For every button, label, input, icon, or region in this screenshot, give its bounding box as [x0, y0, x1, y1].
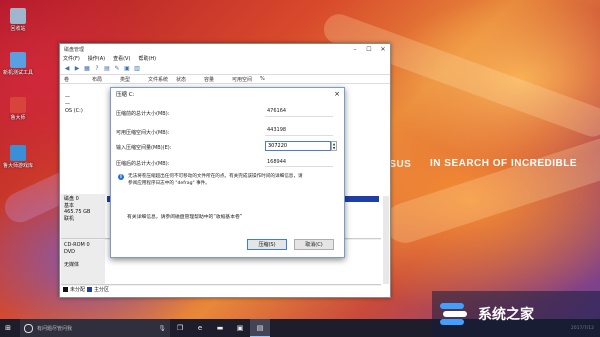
help-icon[interactable]: ? — [93, 65, 101, 72]
view-icon[interactable]: ▥ — [133, 65, 141, 72]
window-titlebar[interactable]: 磁盘管理 – ☐ ✕ — [60, 44, 390, 54]
back-icon[interactable]: ◀ — [63, 65, 71, 72]
desktop-icon-test-tools[interactable]: 新机测试工具 — [0, 52, 36, 76]
watermark-text: 系统之家 — [478, 307, 534, 323]
info-note: i 无法将卷压缩超出任何不可移动的文件所在的点。有关完成该操作时间的详细信息，请… — [118, 173, 338, 187]
taskbar-search[interactable]: 有问题尽管问我 🎙 — [20, 319, 170, 337]
column-status[interactable]: 状态 — [176, 76, 204, 83]
dialog-title: 压缩 C: — [116, 91, 135, 98]
field-label-total-before: 压缩前的总计大小(MB): — [116, 111, 170, 117]
close-icon[interactable]: ✕ — [376, 46, 390, 53]
legend-label: 未分配 — [70, 287, 86, 293]
column-type[interactable]: 类型 — [120, 76, 148, 83]
column-percent[interactable]: % — [260, 76, 288, 82]
column-capacity[interactable]: 容量 — [204, 76, 232, 83]
list-icon[interactable]: ▦ — [83, 65, 91, 72]
column-volume[interactable]: 卷 — [64, 76, 92, 83]
close-icon[interactable]: × — [330, 90, 344, 98]
desktop-icon-ludashi[interactable]: 鲁大师 — [0, 97, 36, 121]
legend-swatch-primary — [87, 287, 93, 292]
column-free-space[interactable]: 可用空间 — [232, 76, 260, 83]
watermark: 系统之家 — [432, 291, 600, 337]
properties-icon[interactable]: ▤ — [103, 65, 111, 72]
divider — [265, 116, 333, 117]
window-controls: – ☐ ✕ — [348, 46, 390, 53]
divider — [265, 166, 333, 167]
watermark-logo-icon — [440, 301, 470, 327]
wallpaper-stripe — [380, 129, 600, 249]
compress-dialog: 压缩 C: × 压缩前的总计大小(MB): 476164 可用压缩空间大小(MB… — [110, 87, 345, 258]
desktop-icon-recycle-bin[interactable]: 回收站 — [0, 8, 36, 32]
field-value-total-after: 168944 — [267, 159, 287, 165]
dialog-titlebar[interactable]: 压缩 C: × — [111, 88, 344, 99]
shrink-amount-stepper[interactable]: ▲ ▼ — [331, 141, 337, 151]
volume-list-header: 卷 布局 类型 文件系统 状态 容量 可用空间 % — [60, 75, 390, 84]
windows-start-icon[interactable]: ⊞ — [0, 319, 16, 337]
legend-swatch-unallocated — [63, 287, 68, 292]
game-library-icon — [10, 145, 26, 161]
info-text-line1: 无法将卷压缩超出任何不可移动的文件所在的点。有关完成该操作时间的详细信息，请 — [128, 174, 303, 179]
toolbar: ◀ ▶ ▦ ? ▤ ✎ ▣ ▥ — [60, 63, 390, 75]
search-placeholder: 有问题尽管问我 — [37, 325, 73, 332]
desktop-icon-game-library[interactable]: 鲁大师游戏库 — [0, 145, 36, 169]
field-label-total-after: 压缩后的总计大小(MB): — [116, 161, 170, 167]
tools-icon — [10, 52, 26, 68]
disk-management-task-icon[interactable]: ▤ — [250, 319, 270, 337]
menu-view[interactable]: 查看(V) — [113, 55, 130, 62]
info-text-line2: 参阅应用程序日志中的 "defrag" 事件。 — [128, 181, 210, 186]
desktop-icon-label: 鲁大师游戏库 — [2, 163, 33, 169]
field-value-available: 443198 — [267, 127, 287, 133]
file-explorer-icon[interactable]: ▬ — [210, 319, 230, 337]
minimize-icon[interactable]: – — [348, 46, 362, 53]
ludashi-icon — [10, 97, 26, 113]
menu-action[interactable]: 操作(A) — [88, 55, 105, 62]
column-layout[interactable]: 布局 — [92, 76, 120, 83]
menu-file[interactable]: 文件(F) — [63, 55, 80, 62]
disk-status: 无媒体 — [64, 261, 80, 268]
folder-icon[interactable]: ▣ — [123, 65, 131, 72]
field-value-total-before: 476164 — [267, 108, 287, 114]
task-view-icon[interactable]: ❐ — [170, 319, 190, 337]
connect-icon[interactable]: ✎ — [113, 65, 121, 72]
desktop-icon-label: 新机测试工具 — [2, 70, 33, 76]
shrink-amount-input[interactable] — [265, 141, 331, 151]
desktop-icon-label: 回收站 — [10, 26, 26, 32]
divider — [265, 135, 333, 136]
vertical-scrollbar[interactable] — [383, 196, 389, 284]
cortana-icon — [24, 323, 33, 333]
brand-area: /SUS IN SEARCH OF INCREDIBLE — [386, 158, 578, 170]
forward-icon[interactable]: ▶ — [73, 65, 81, 72]
disk-label: 磁盘 0 基本 465.75 GB 联机 — [61, 194, 105, 238]
store-icon[interactable]: ▣ — [230, 319, 250, 337]
column-filesystem[interactable]: 文件系统 — [148, 76, 176, 83]
compress-button[interactable]: 压缩(S) — [247, 239, 287, 250]
maximize-icon[interactable]: ☐ — [362, 46, 376, 53]
legend-label: 主分区 — [94, 287, 110, 293]
desktop-icon-label: 鲁大师 — [10, 115, 26, 121]
window-title: 磁盘管理 — [64, 46, 85, 53]
edge-browser-icon[interactable]: e — [190, 319, 210, 337]
field-label-shrink-amount: 输入压缩空间量(MB)(E): — [116, 145, 172, 151]
help-link-text[interactable]: 有关详细信息，请参阅磁盘管理帮助中的“收缩基本卷” — [127, 213, 242, 220]
menu-help[interactable]: 帮助(H) — [138, 55, 156, 62]
legend: 未分配 主分区 — [61, 286, 109, 293]
microphone-icon[interactable]: 🎙 — [158, 325, 166, 332]
info-icon: i — [118, 174, 124, 180]
menu-bar: 文件(F) 操作(A) 查看(V) 帮助(H) — [60, 54, 390, 63]
disk-status: 联机 — [64, 215, 75, 222]
brand-tagline: IN SEARCH OF INCREDIBLE — [430, 158, 578, 169]
cancel-button[interactable]: 取消(C) — [294, 239, 334, 250]
disk-label: CD-ROM 0 DVD 无媒体 — [61, 240, 105, 284]
field-label-available: 可用压缩空间大小(MB): — [116, 130, 170, 136]
recycle-bin-icon — [10, 8, 26, 24]
